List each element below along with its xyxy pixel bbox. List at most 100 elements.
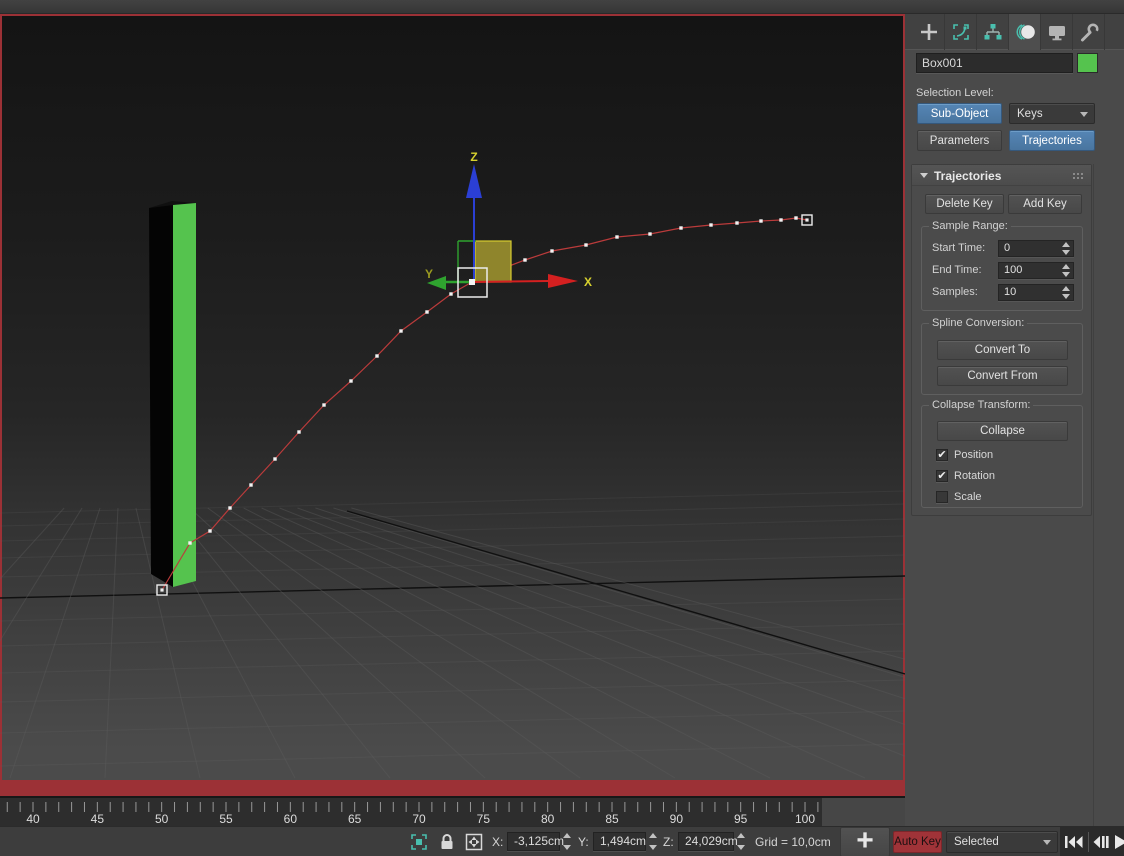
scale-checkbox-row[interactable]: Scale	[936, 491, 982, 503]
trajectory-sample-dot	[208, 529, 212, 533]
grid-line	[0, 598, 905, 622]
utilities-tab-icon	[1080, 23, 1098, 42]
tab-display[interactable]	[1041, 14, 1073, 50]
play-button[interactable]	[1114, 827, 1124, 856]
rotation-checkbox-row[interactable]: ✔ Rotation	[936, 470, 995, 482]
sub-object-button[interactable]: Sub-Object	[917, 103, 1002, 124]
collapse-button[interactable]: Collapse	[937, 421, 1068, 441]
key-filter-value: Selected	[954, 836, 999, 848]
samples-field[interactable]: 10	[998, 284, 1074, 301]
trajectory-sample-dot	[375, 354, 379, 358]
spline-conversion-title: Spline Conversion:	[929, 317, 1028, 329]
grid-axis-line	[346, 510, 905, 675]
gizmo-axis-label: Z	[470, 150, 477, 164]
grid-line	[0, 490, 905, 514]
x-coord-field[interactable]: -3,125cm	[507, 832, 564, 851]
gizmo-axis-label: X	[584, 275, 592, 289]
x-coord-spinner[interactable]	[561, 833, 572, 850]
viewport-scene: Z X Y	[0, 150, 905, 779]
parameters-button[interactable]: Parameters	[917, 130, 1002, 151]
go-to-start-button[interactable]	[1060, 827, 1088, 856]
y-coord-label: Y:	[578, 835, 589, 849]
end-time-field[interactable]: 100	[998, 262, 1074, 279]
ruler-frame-label: 55	[219, 812, 233, 826]
rotation-checkbox[interactable]: ✔	[936, 470, 948, 482]
delete-key-button[interactable]: Delete Key	[925, 194, 1004, 214]
samples-value: 10	[1004, 286, 1017, 298]
add-key-button[interactable]: Add Key	[1008, 194, 1082, 214]
selection-level-label: Selection Level:	[916, 87, 994, 99]
viewport-canvas[interactable]: Z X Y	[0, 16, 905, 780]
command-panel-tabs	[905, 14, 1124, 50]
key-filter-dropdown[interactable]: Selected	[946, 831, 1058, 853]
gizmo-x-arrowhead	[548, 274, 578, 288]
box-side-face	[173, 203, 196, 587]
end-time-value: 100	[1004, 264, 1023, 276]
set-key-button[interactable]: +	[840, 826, 890, 856]
gizmo-x-axis	[471, 280, 549, 283]
isolate-selection-toggle[interactable]	[408, 832, 430, 852]
trajectory-sample-dot	[779, 218, 783, 222]
tab-create[interactable]	[913, 14, 945, 50]
z-coord-spinner[interactable]	[735, 833, 746, 850]
go-to-start-icon	[1064, 836, 1083, 848]
tab-hierarchy[interactable]	[977, 14, 1009, 50]
grid-line	[0, 535, 905, 559]
isolate-selection-icon	[411, 834, 427, 850]
gizmo-plane-handle	[474, 240, 512, 283]
selection-lock-toggle[interactable]	[436, 832, 458, 852]
selection-level-dropdown[interactable]: Keys	[1009, 103, 1095, 124]
trajectories-rollout-header[interactable]: Trajectories	[912, 165, 1091, 186]
object-color-swatch[interactable]	[1077, 53, 1098, 73]
play-icon	[1115, 835, 1124, 849]
start-time-field[interactable]: 0	[998, 240, 1074, 257]
trajectory-sample-dot	[399, 329, 403, 333]
track-bar-ruler: 40 45 50 55 60 65 70 75 80 85 90 95 100	[0, 796, 905, 826]
position-checkbox-row[interactable]: ✔ Position	[936, 449, 993, 461]
grid-line	[261, 507, 866, 779]
rollout-collapse-icon	[920, 173, 928, 178]
trajectory-sample-dot	[249, 483, 253, 487]
end-time-spinner[interactable]	[1060, 264, 1071, 277]
trajectory-sample-dot	[349, 379, 353, 383]
trajectory-sample-dot	[297, 430, 301, 434]
trajectory-sample-dot	[735, 221, 739, 225]
ruler-frame-label: 75	[477, 812, 491, 826]
tab-modify[interactable]	[945, 14, 977, 50]
scale-checkbox[interactable]	[936, 491, 948, 503]
position-checkbox[interactable]: ✔	[936, 449, 948, 461]
rollout-title: Trajectories	[934, 169, 1002, 183]
chevron-down-icon	[1080, 111, 1088, 117]
trajectory-sample-dot	[615, 235, 619, 239]
grid-line	[351, 507, 905, 660]
start-time-spinner[interactable]	[1060, 242, 1071, 255]
tab-utilities[interactable]	[1073, 14, 1105, 50]
object-name-field[interactable]: Box001	[916, 53, 1073, 73]
y-coord-spinner[interactable]	[647, 833, 658, 850]
previous-frame-icon	[1093, 836, 1109, 848]
gizmo-axis-label: Y	[425, 267, 433, 281]
auto-key-button[interactable]: Auto Key	[893, 831, 942, 853]
absolute-mode-toggle[interactable]	[463, 832, 485, 852]
trajectories-button[interactable]: Trajectories	[1009, 130, 1095, 151]
samples-spinner[interactable]	[1060, 286, 1071, 299]
trajectory-sample-dot	[648, 232, 652, 236]
grid-size-readout: Grid = 10,0cm	[755, 835, 831, 849]
trajectory-sample-dot	[322, 403, 326, 407]
absolute-mode-icon	[465, 833, 483, 851]
z-coord-field[interactable]: 24,029cm	[678, 832, 738, 851]
track-bar[interactable]: 40 45 50 55 60 65 70 75 80 85 90 95 100	[0, 796, 905, 826]
y-coord-field[interactable]: 1,494cm	[593, 832, 646, 851]
convert-to-button[interactable]: Convert To	[937, 340, 1068, 360]
chevron-down-icon	[1043, 840, 1051, 845]
tab-motion[interactable]	[1009, 14, 1041, 50]
convert-from-button[interactable]: Convert From	[937, 366, 1068, 386]
previous-frame-button[interactable]	[1089, 827, 1115, 856]
grid-line	[171, 507, 391, 779]
grid-line	[243, 507, 771, 779]
selection-lock-icon	[441, 834, 453, 849]
perspective-viewport[interactable]: Z X Y	[0, 14, 905, 796]
3dsmax-window: Z X Y 40 45 50 55 60 65 70 75 80 85 90 95 100	[0, 0, 1124, 856]
rollout-grip-icon	[1072, 172, 1084, 180]
grid-line	[0, 743, 905, 767]
